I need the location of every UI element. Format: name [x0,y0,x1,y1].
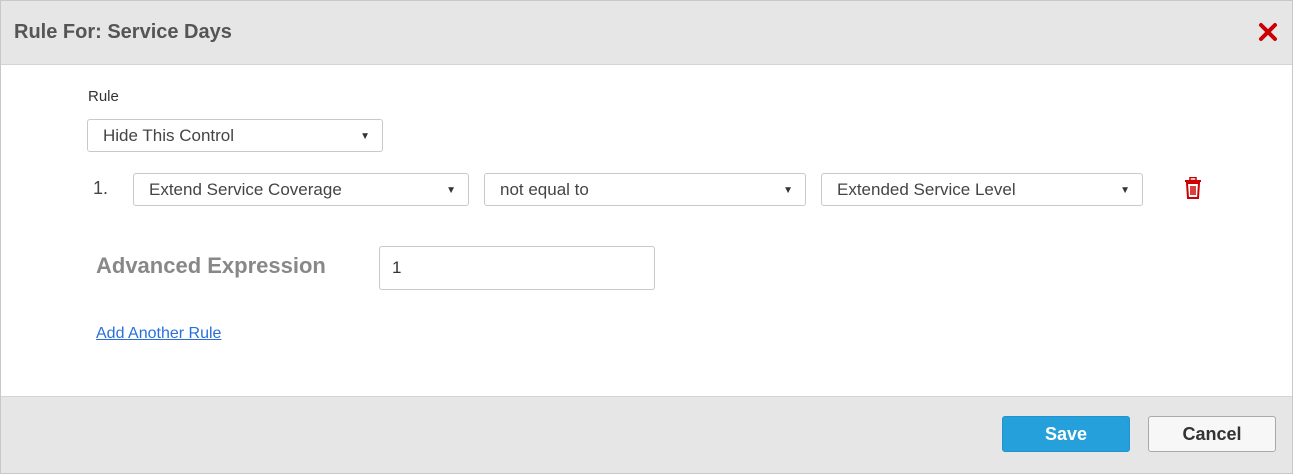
condition-number: 1. [93,178,109,198]
rule-label: Rule [88,88,119,105]
cancel-button[interactable]: Cancel [1148,416,1276,452]
advanced-expression-input[interactable] [379,246,655,290]
chevron-down-icon: ▼ [446,185,456,196]
add-another-rule-link[interactable]: Add Another Rule [96,325,221,343]
close-icon[interactable] [1257,21,1279,43]
condition-operator-value: not equal to [500,180,589,199]
dialog-header: Rule For: Service Days [1,1,1292,65]
dialog-title: Rule For: Service Days [14,21,232,43]
save-button[interactable]: Save [1002,416,1130,452]
chevron-down-icon: ▼ [783,185,793,196]
condition-field-value: Extend Service Coverage [149,180,342,199]
dialog-body: Rule Hide This Control ▼ 1. Extend Servi… [1,66,1292,396]
condition-value-select[interactable]: Extended Service Level ▼ [821,173,1143,206]
condition-field-select[interactable]: Extend Service Coverage ▼ [133,173,469,206]
rule-dialog: Rule For: Service Days Rule Hide This Co… [0,0,1293,474]
chevron-down-icon: ▼ [360,131,370,142]
condition-operator-select[interactable]: not equal to ▼ [484,173,806,206]
trash-icon[interactable] [1184,176,1202,199]
dialog-footer: Save Cancel [1,396,1292,473]
rule-action-select[interactable]: Hide This Control ▼ [87,119,383,152]
condition-value-value: Extended Service Level [837,180,1016,199]
rule-action-select-value: Hide This Control [103,126,235,145]
chevron-down-icon: ▼ [1120,185,1130,196]
advanced-expression-label: Advanced Expression [96,253,326,278]
